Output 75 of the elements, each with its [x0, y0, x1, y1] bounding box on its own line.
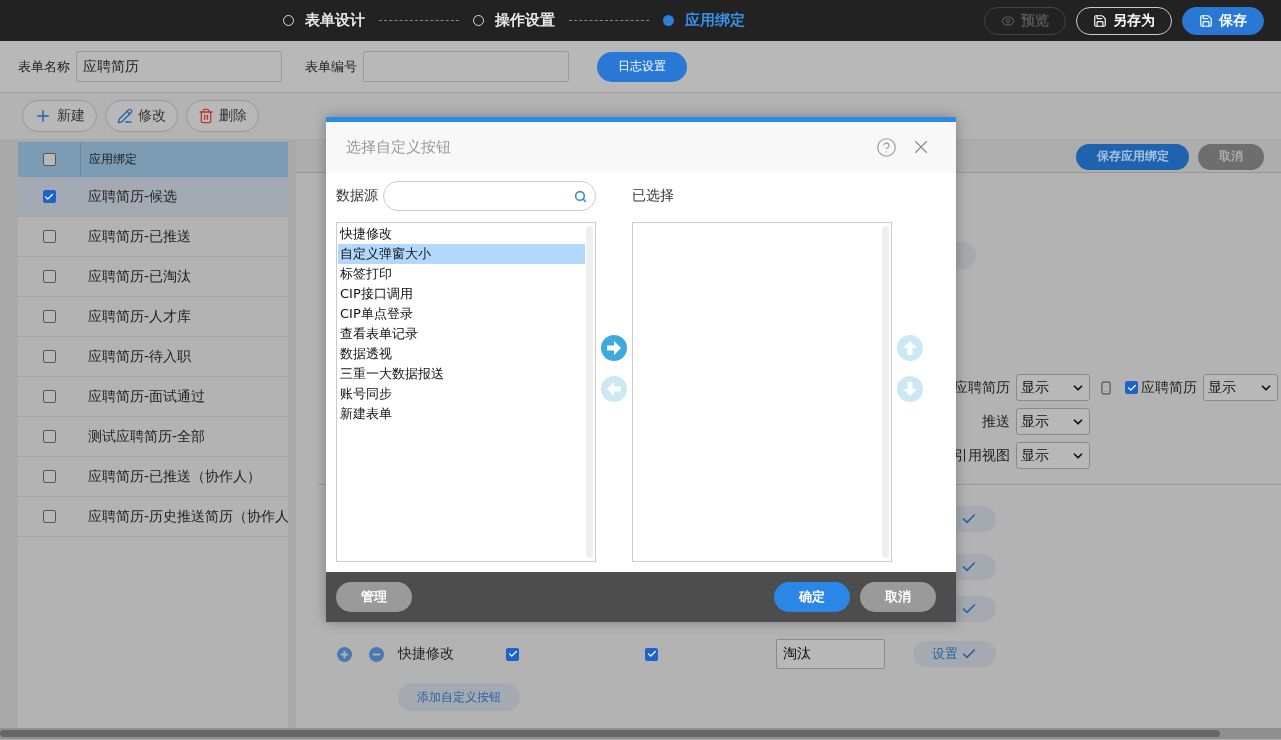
settings-pill[interactable]	[956, 554, 996, 580]
checkbox[interactable]	[42, 190, 56, 203]
form-code-label: 表单编号	[305, 57, 357, 76]
checkbox[interactable]	[506, 647, 519, 661]
source-item[interactable]: CIP接口调用	[338, 284, 585, 304]
dialog-title: 选择自定义按钮	[346, 137, 451, 157]
plus-circle-icon[interactable]	[337, 646, 352, 662]
binding-label: 测试应聘简历-全部	[87, 427, 207, 446]
display-select[interactable]: 显示	[1016, 442, 1090, 469]
binding-label: 应聘简历-已推送（协作人）	[87, 467, 263, 486]
dialog-button[interactable]: 确定	[774, 582, 850, 612]
checkbox[interactable]	[1125, 381, 1138, 394]
source-item[interactable]: 三重一大数据报送	[338, 364, 585, 384]
display-label: 推送	[981, 412, 1010, 431]
display-label: 引用视图	[953, 446, 1010, 465]
scrollbar[interactable]	[0, 728, 1281, 739]
display-select[interactable]: 显示	[1016, 408, 1090, 435]
checkbox[interactable]	[42, 430, 56, 443]
binding-label: 应聘简历-历史推送简历（协作人	[87, 507, 288, 526]
button-name: 快捷修改	[396, 645, 455, 663]
display-select[interactable]: 显示	[1016, 374, 1090, 401]
scrollbar-track[interactable]	[586, 226, 593, 558]
checkbox[interactable]	[42, 153, 56, 166]
checkbox[interactable]	[42, 310, 56, 323]
settings-pill[interactable]	[956, 506, 996, 532]
step-label[interactable]: 表单设计	[305, 11, 365, 30]
binding-label: 应聘简历-已推送	[87, 227, 193, 246]
save-icon	[1093, 13, 1107, 28]
display-select[interactable]: 显示	[1203, 374, 1278, 401]
save-icon	[1199, 13, 1213, 28]
minus-circle-icon[interactable]	[369, 646, 384, 662]
source-item[interactable]: 快捷修改	[338, 224, 585, 244]
binding-label: 应聘简历-人才库	[87, 307, 193, 326]
step-label[interactable]: 应用绑定	[685, 11, 745, 30]
log-settings-button[interactable]: 日志设置	[597, 51, 687, 82]
eye-icon	[1001, 13, 1015, 28]
source-item[interactable]: 自定义弹窗大小	[338, 244, 585, 264]
checkbox[interactable]	[42, 470, 56, 483]
right-arrow-button[interactable]	[601, 335, 627, 361]
settings-pill[interactable]	[956, 596, 996, 622]
checkbox[interactable]	[42, 270, 56, 283]
step-label[interactable]: 操作设置	[495, 11, 555, 30]
form-name-label: 表单名称	[18, 57, 70, 76]
source-item[interactable]: 数据透视	[338, 344, 585, 364]
help-icon[interactable]	[876, 136, 897, 158]
mobile-label: 应聘简历	[1141, 378, 1197, 397]
binding-label: 应聘简历-面试通过	[87, 387, 207, 406]
binding-label: 应聘简历-待入职	[87, 347, 193, 366]
source-item[interactable]: CIP单点登录	[338, 304, 585, 324]
checkbox[interactable]	[645, 647, 658, 661]
form-code-field[interactable]	[363, 51, 569, 82]
checkbox[interactable]	[42, 350, 56, 363]
source-item[interactable]: 查看表单记录	[338, 324, 585, 344]
selected-label: 已选择	[632, 187, 674, 205]
phone-icon	[1099, 380, 1113, 395]
toolbar-button[interactable]: 新建	[22, 100, 97, 132]
trash-icon	[198, 108, 214, 124]
binding-label: 应聘简历-已淘汰	[87, 267, 193, 286]
pencil-icon	[117, 108, 133, 124]
search-icon	[574, 189, 587, 203]
plus-icon	[34, 107, 52, 125]
toolbar-button[interactable]: 修改	[105, 100, 178, 132]
text-field[interactable]: 淘汰	[776, 639, 885, 669]
toolbar-button[interactable]: 删除	[186, 100, 259, 132]
binding-label: 应聘简历-候选	[87, 187, 179, 206]
binding-row[interactable]: 应聘简历-候选	[18, 177, 288, 217]
checkbox[interactable]	[42, 390, 56, 403]
checkbox[interactable]	[42, 230, 56, 243]
source-item[interactable]: 账号同步	[338, 384, 585, 404]
checkbox[interactable]	[42, 510, 56, 523]
source-item[interactable]: 标签打印	[338, 264, 585, 284]
source-label: 数据源	[336, 187, 378, 205]
save-button[interactable]: 保存	[1182, 6, 1264, 35]
form-name-field[interactable]: 应聘简历	[76, 51, 282, 82]
source-item[interactable]: 新建表单	[338, 404, 585, 424]
